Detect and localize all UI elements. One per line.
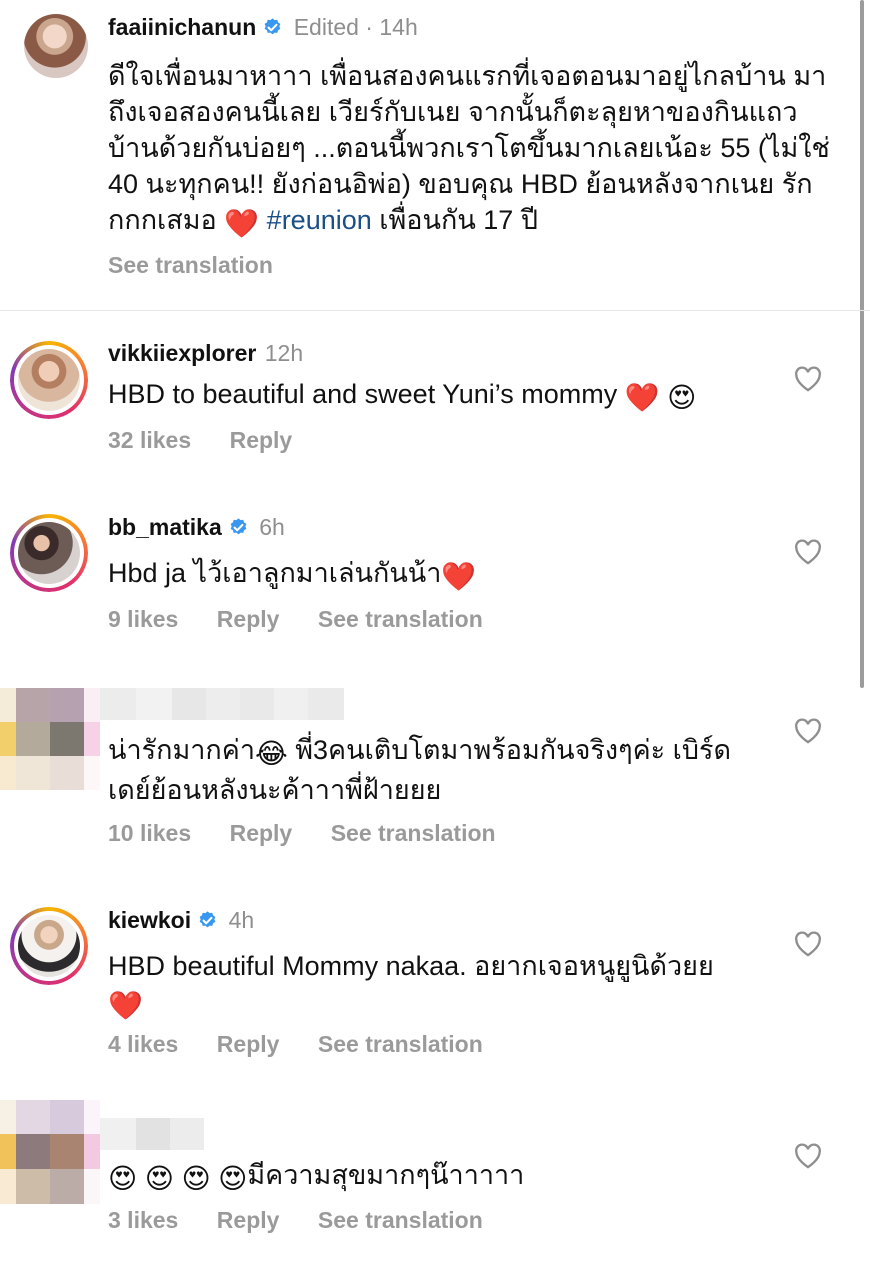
- likes-count[interactable]: 3 likes: [108, 1207, 178, 1233]
- comment-text: 😍 😍 😍 😍มีความสุขมากๆน๊าาาาา: [108, 1157, 524, 1197]
- comment-actions: 10 likes Reply See translation: [108, 820, 496, 847]
- caption-line: ดีใจเพื่อนมาหาาา เพื่อนสองคนแรกที่เจอตอน…: [108, 61, 827, 91]
- reply-button[interactable]: Reply: [230, 427, 293, 453]
- verified-badge-icon: [199, 911, 216, 928]
- verified-badge-icon: [230, 518, 247, 535]
- comment-avatar[interactable]: [10, 341, 88, 419]
- likes-count[interactable]: 32 likes: [108, 427, 191, 453]
- comment-text-content: HBD beautiful Mommy nakaa. อยากเจอหนูยูน…: [108, 951, 714, 981]
- caption-line: บ้านด้วยกันบ่อยๆ ...ตอนนี้พวกเราโตขึ้นมา…: [108, 133, 830, 163]
- comment-line: น่ารักมากค่า😂 พี่3คนเติบโตมาพร้อมกันจริง…: [108, 732, 798, 772]
- heart-eyes-emoji: 😍: [181, 1163, 211, 1194]
- likes-count[interactable]: 9 likes: [108, 606, 178, 632]
- caption-text: ดีใจเพื่อนมาหาาา เพื่อนสองคนแรกที่เจอตอน…: [108, 58, 848, 242]
- heart-eyes-emoji: 😍: [218, 1163, 248, 1194]
- heart-eyes-emoji: 😍: [667, 382, 697, 413]
- caption-username[interactable]: faaiinichanun: [108, 14, 256, 40]
- comment-text-content: Hbd ja ไว้เอาลูกมาเล่นกันน้า: [108, 558, 442, 588]
- comment-actions: 32 likes Reply: [108, 427, 292, 454]
- comment-actions: 9 likes Reply See translation: [108, 606, 483, 633]
- pixelated-avatar[interactable]: [0, 1100, 100, 1204]
- see-translation-button[interactable]: See translation: [318, 1031, 483, 1057]
- comment-header: bb_matika 6h: [108, 514, 285, 541]
- comment-text-content: มีความสุขมากๆน๊าาาาา: [247, 1160, 525, 1190]
- see-translation-button[interactable]: See translation: [331, 820, 496, 846]
- pixelated-avatar[interactable]: [0, 688, 100, 790]
- red-heart-emoji: ❤️: [624, 382, 660, 413]
- caption-edited-time: Edited · 14h: [293, 14, 418, 40]
- comment-text-content: พี่3คนเติบโตมาพร้อมกันจริงๆค่ะ เบิร์ด: [295, 735, 732, 765]
- pixelated-username: [100, 688, 344, 720]
- heart-eyes-emoji: 😍: [108, 1163, 138, 1194]
- comment-text-content: HBD to beautiful and sweet Yuni’s mommy: [108, 379, 618, 409]
- verified-badge-icon: [264, 18, 281, 35]
- likes-count[interactable]: 10 likes: [108, 820, 191, 846]
- likes-count[interactable]: 4 likes: [108, 1031, 178, 1057]
- reply-button[interactable]: Reply: [217, 1207, 280, 1233]
- comment-text: Hbd ja ไว้เอาลูกมาเล่นกันน้า❤️: [108, 555, 476, 595]
- comment-text: น่ารักมากค่า😂 พี่3คนเติบโตมาพร้อมกันจริง…: [108, 732, 798, 808]
- see-translation-button[interactable]: See translation: [318, 1207, 483, 1233]
- comment-actions: 3 likes Reply See translation: [108, 1207, 483, 1234]
- caption-line: 40 นะทุกคน!! ยังก่อนอิพ่อ) ขอบคุณ HBD ย้…: [108, 169, 813, 199]
- heart-eyes-emoji: 😍: [144, 1163, 174, 1194]
- comment-header: vikkiiexplorer 12h: [108, 340, 303, 367]
- comment-avatar[interactable]: [10, 907, 88, 985]
- caption-avatar[interactable]: [24, 14, 88, 78]
- comment-text: HBD to beautiful and sweet Yuni’s mommy …: [108, 376, 696, 416]
- comment-time: 12h: [264, 340, 304, 366]
- hashtag-link[interactable]: #reunion: [267, 205, 372, 235]
- like-heart-icon[interactable]: [794, 539, 822, 565]
- comment-username[interactable]: vikkiiexplorer: [108, 340, 256, 366]
- like-heart-icon[interactable]: [794, 1143, 822, 1169]
- caption-header: faaiinichanun Edited · 14h: [108, 14, 418, 41]
- comment-text: HBD beautiful Mommy nakaa. อยากเจอหนูยูน…: [108, 948, 798, 1024]
- reply-button[interactable]: Reply: [217, 606, 280, 632]
- comment-line: ❤️: [108, 984, 798, 1024]
- red-heart-emoji: ❤️: [224, 208, 260, 239]
- pixelated-username: [100, 1118, 204, 1150]
- caption-see-translation[interactable]: See translation: [108, 252, 273, 279]
- like-heart-icon[interactable]: [794, 718, 822, 744]
- comment-username[interactable]: kiewkoi: [108, 907, 191, 933]
- like-heart-icon[interactable]: [794, 366, 822, 392]
- comment-time: 4h: [228, 907, 255, 933]
- comment-username[interactable]: bb_matika: [108, 514, 222, 540]
- caption-line-last: กกกเสมอ ❤️ #reunion เพื่อนกัน 17 ปี: [108, 202, 848, 242]
- comment-actions: 4 likes Reply See translation: [108, 1031, 483, 1058]
- comment-line: เดย์ย้อนหลังนะค้าาาพี่ฝ้ายยย: [108, 775, 442, 805]
- tears-of-joy-emoji: 😂: [255, 738, 288, 769]
- comment-text-content: น่ารักมากค่า: [108, 735, 255, 765]
- reply-button[interactable]: Reply: [217, 1031, 280, 1057]
- scrollbar[interactable]: [860, 0, 864, 688]
- red-heart-emoji: ❤️: [441, 561, 477, 592]
- comment-header: kiewkoi 4h: [108, 907, 254, 934]
- caption-line: ถึงเจอสองคนนี้เลย เวียร์กับเนย จากนั้นก็…: [108, 97, 798, 127]
- reply-button[interactable]: Reply: [230, 820, 293, 846]
- comment-avatar[interactable]: [10, 514, 88, 592]
- like-heart-icon[interactable]: [794, 931, 822, 957]
- comment-time: 6h: [259, 514, 285, 540]
- divider: [0, 310, 870, 311]
- red-heart-emoji: ❤️: [108, 990, 143, 1021]
- see-translation-button[interactable]: See translation: [318, 606, 483, 632]
- caption-line-text: เพื่อนกัน 17 ปี: [379, 205, 538, 235]
- caption-line-text: กกกเสมอ: [108, 205, 217, 235]
